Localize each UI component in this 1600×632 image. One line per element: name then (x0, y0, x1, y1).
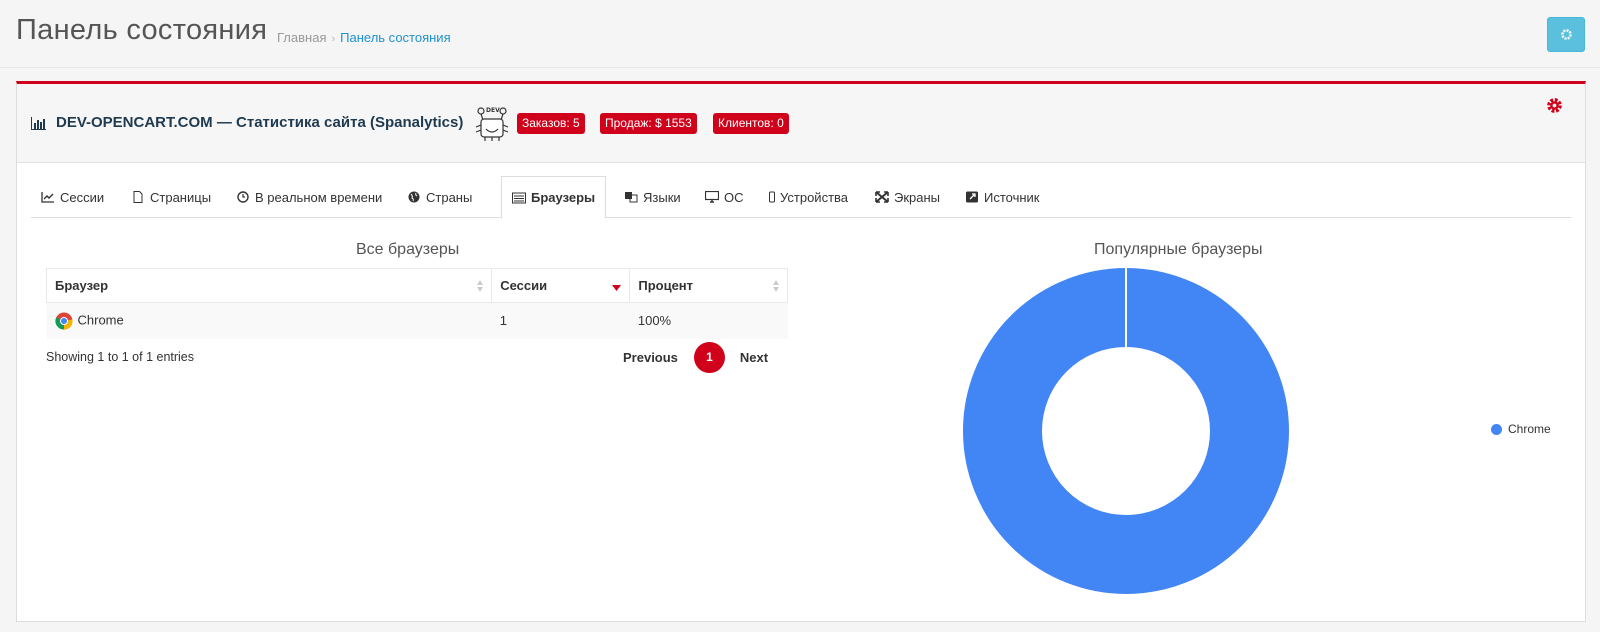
browsers-donut-chart (963, 268, 1289, 594)
dev-logo-icon: DEV (475, 107, 509, 141)
clock-icon (237, 191, 249, 203)
breadcrumb: Главная › Панель состояния (277, 30, 451, 45)
mobile-icon (769, 191, 775, 203)
chrome-icon (54, 312, 73, 330)
tab-label: ОС (724, 189, 744, 205)
gear-icon (1560, 29, 1572, 40)
tab-label: В реальном времени (255, 189, 383, 205)
settings-button[interactable] (1547, 17, 1585, 52)
page-1-button[interactable]: 1 (693, 341, 725, 373)
tab-languages[interactable]: Языки (614, 176, 691, 218)
panel-heading: DEV-OPENCART.COM — Статистика сайта (Spa… (17, 84, 1585, 163)
breadcrumb-separator: › (331, 33, 336, 45)
expand-icon (875, 191, 889, 203)
tab-label: Источник (984, 189, 1040, 205)
tab-screens[interactable]: Экраны (865, 176, 950, 218)
tab-label: Сессии (60, 189, 105, 205)
analytics-panel: DEV-OPENCART.COM — Статистика сайта (Spa… (16, 81, 1586, 622)
tab-browsers[interactable]: Браузеры (501, 176, 607, 219)
column-header-sessions[interactable]: Сессии (491, 268, 631, 303)
cell-browser: Chrome (46, 302, 492, 339)
sort-desc-icon (612, 285, 622, 291)
tab-label: Страницы (150, 189, 212, 205)
tab-pages[interactable]: Страницы (121, 176, 221, 218)
tab-bar: Сессии Страницы В реальном времени Стран… (31, 176, 1571, 219)
tab-sessions[interactable]: Сессии (31, 176, 114, 218)
table-info: Showing 1 to 1 of 1 entries (46, 350, 195, 364)
tab-label: Языки (643, 189, 681, 205)
line-chart-icon (41, 192, 54, 203)
browsers-table-title: Все браузеры (356, 241, 460, 258)
previous-page-button[interactable]: Previous (623, 350, 678, 365)
cell-percent: 100% (629, 302, 788, 339)
chart-title: Популярные браузеры (1094, 241, 1263, 258)
sort-icon (773, 280, 779, 292)
sales-badge: Продаж: $ 1553 (600, 113, 697, 134)
list-icon (512, 192, 526, 203)
column-header-browser[interactable]: Браузер (45, 268, 493, 303)
column-header-percent[interactable]: Процент (629, 268, 788, 303)
page-title: Панель состояния (16, 14, 268, 46)
sort-icon (477, 280, 484, 292)
pagination: Previous 1 Next (623, 341, 768, 373)
table-header-row: Браузер Сессии Процент (45, 268, 788, 303)
tab-source[interactable]: Источник (955, 176, 1050, 218)
next-page-button[interactable]: Next (740, 350, 768, 365)
external-link-icon (966, 191, 978, 203)
legend-marker (1491, 423, 1502, 435)
file-icon (133, 191, 143, 203)
panel-title: DEV-OPENCART.COM — Статистика сайта (Spa… (56, 114, 464, 131)
tab-label: Браузеры (531, 190, 596, 205)
tab-countries[interactable]: Страны (397, 176, 482, 218)
breadcrumb-home[interactable]: Главная (277, 30, 326, 45)
tab-devices[interactable]: Устройства (759, 176, 858, 218)
cell-sessions: 1 (491, 302, 630, 339)
browser-name: Chrome (77, 312, 124, 328)
tab-label: Устройства (780, 189, 849, 205)
bar-chart-icon (31, 117, 46, 130)
desktop-icon (705, 191, 719, 203)
language-icon (625, 192, 638, 203)
tab-label: Страны (426, 189, 473, 205)
table-row: Chrome 1 100% (46, 302, 788, 339)
orders-badge: Заказов: 5 (517, 113, 585, 134)
dev-logo-text: DEV (486, 107, 500, 114)
gear-icon[interactable] (1546, 97, 1563, 114)
chart-legend: Chrome (1491, 422, 1551, 436)
tab-label: Экраны (894, 189, 941, 205)
browsers-table: Браузер Сессии Процент Chrome 1 100% (45, 268, 788, 339)
page-header: Панель состояния Главная › Панель состояни… (0, 0, 1600, 68)
tab-realtime[interactable]: В реальном времени (226, 176, 392, 218)
tab-os[interactable]: ОС (695, 176, 754, 218)
globe-icon (408, 191, 420, 203)
breadcrumb-current[interactable]: Панель состояния (340, 30, 450, 45)
legend-label: Chrome (1508, 422, 1551, 436)
clients-badge: Клиентов: 0 (713, 113, 789, 134)
